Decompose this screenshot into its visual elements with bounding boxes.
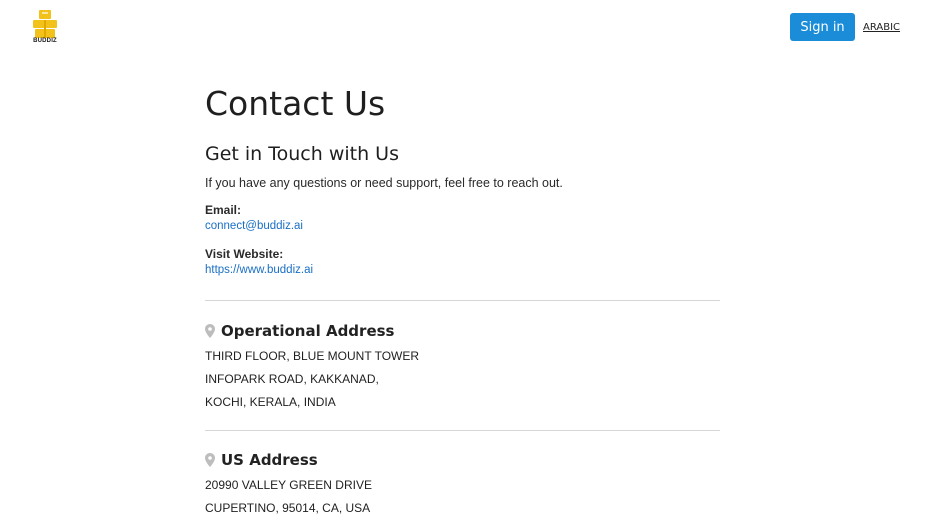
website-label: Visit Website: [205, 247, 284, 261]
intro-text: If you have any questions or need suppor… [205, 176, 563, 190]
location-pin-icon [205, 453, 215, 467]
language-arabic-link[interactable]: ARABIC [863, 22, 900, 33]
address-line: 20990 VALLEY GREEN DRIVE [205, 478, 372, 492]
website-link[interactable]: https://www.buddiz.ai [205, 264, 313, 276]
address-line: CUPERTINO, 95014, CA, USA [205, 501, 371, 515]
us-address-title: US Address [221, 451, 318, 469]
page-title: Contact Us [205, 84, 386, 123]
logo-icon [33, 10, 57, 38]
address-line: THIRD FLOOR, BLUE MOUNT TOWER [205, 349, 420, 363]
buddiz-logo[interactable]: BUDDIZ [30, 9, 60, 47]
address-line: INFOPARK ROAD, KAKKANAD, [205, 372, 379, 386]
divider [205, 430, 720, 431]
divider [205, 300, 720, 301]
address-line: KOCHI, KERALA, INDIA [205, 395, 336, 409]
top-header: BUDDIZ Sign in ARABIC [0, 0, 925, 60]
email-link[interactable]: connect@buddiz.ai [205, 220, 303, 232]
operational-address-title: Operational Address [221, 322, 395, 340]
location-pin-icon [205, 324, 215, 338]
operational-address-heading: Operational Address [205, 321, 394, 341]
section-subtitle: Get in Touch with Us [205, 143, 399, 165]
sign-in-button[interactable]: Sign in [790, 13, 855, 41]
us-address-heading: US Address [205, 450, 318, 470]
logo-text: BUDDIZ [33, 38, 57, 44]
email-label: Email: [205, 203, 242, 217]
